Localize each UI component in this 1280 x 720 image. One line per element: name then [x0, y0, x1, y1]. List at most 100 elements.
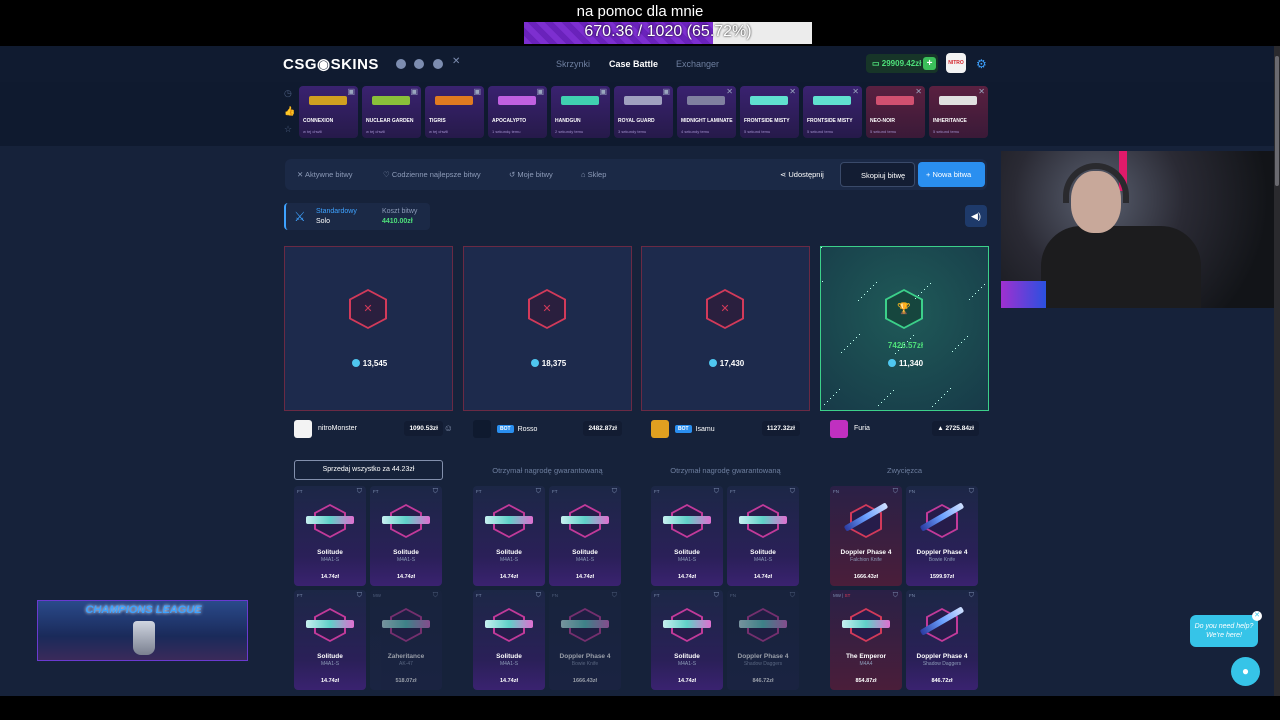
tab-active-battles[interactable]: ✕ Aktywne bitwy [297, 170, 353, 179]
tab-shop[interactable]: ⌂ Sklep [581, 170, 606, 179]
donation-progress-text: 670.36 / 1020 (65.72%) [584, 23, 752, 40]
avatar[interactable] [473, 420, 491, 438]
shield-icon[interactable]: ⛉ [357, 592, 362, 600]
sparkle [984, 284, 985, 285]
shield-icon[interactable]: ⛉ [714, 488, 719, 496]
avatar[interactable] [294, 420, 312, 438]
gear-icon[interactable]: ⚙ [976, 57, 987, 71]
item-card[interactable]: FT ⛉ Solitude M4A1-S 14.74zł [473, 590, 545, 690]
shield-icon[interactable]: ⛉ [357, 488, 362, 496]
item-price: 14.74zł [677, 574, 697, 580]
item-card[interactable]: FT ⛉ Solitude M4A1-S 14.74zł [651, 590, 723, 690]
shield-icon[interactable]: ⛉ [893, 592, 898, 600]
case-icon: ▣ [410, 87, 418, 96]
new-battle-button[interactable]: + Nowa bitwa [918, 162, 985, 187]
item-card[interactable]: FT ⛉ Solitude M4A1-S 14.74zł [370, 486, 442, 586]
item-card[interactable]: FN ⛉ Doppler Phase 4 Shadow Daggers 846.72zł [727, 590, 799, 690]
item-price: 846.72zł [931, 678, 953, 684]
weapon-skin-image [382, 620, 430, 628]
facebook-icon[interactable] [414, 59, 424, 69]
item-condition: FT [654, 489, 660, 494]
shield-icon[interactable]: ⛉ [536, 488, 541, 496]
shield-icon[interactable]: ⛉ [790, 592, 795, 600]
tab-my-battles[interactable]: ↺ Moje bitwy [509, 170, 553, 179]
live-drop-case[interactable]: ✕ INHERITANCE 5 sekund temu [929, 86, 988, 138]
smile-icon[interactable]: ☺ [444, 423, 453, 433]
item-card[interactable]: FT ⛉ Solitude M4A1-S 14.74zł [727, 486, 799, 586]
nav-case-battle[interactable]: Case Battle [609, 59, 658, 69]
site-logo[interactable]: CSG◉SKINS [283, 55, 379, 73]
item-card[interactable]: FN ⛉ Doppler Phase 4 Shadow Daggers 846.72zł [906, 590, 978, 690]
lose-x-icon: ✕ [349, 289, 387, 329]
shield-icon[interactable]: ⛉ [612, 488, 617, 496]
clock-icon[interactable]: ◷ [284, 88, 292, 99]
avatar[interactable] [651, 420, 669, 438]
live-drop-case[interactable]: ▣ TIGRIS w tej chwili [425, 86, 484, 138]
instagram-icon[interactable] [433, 59, 443, 69]
live-drop-case[interactable]: ▣ CONNEXION w tej chwili [299, 86, 358, 138]
copy-battle-button[interactable]: Skopiuj bitwę [840, 162, 915, 187]
x-twitter-icon[interactable]: ✕ [452, 56, 462, 67]
shield-icon[interactable]: ⛉ [969, 488, 974, 496]
item-card[interactable]: FT ⛉ Solitude M4A1-S 14.74zł [651, 486, 723, 586]
chat-icon[interactable]: ● [1231, 657, 1260, 686]
live-drop-case[interactable]: ▣ NUCLEAR GARDEN w tej chwili [362, 86, 421, 138]
sparkle [853, 340, 854, 341]
item-condition: FT [476, 489, 482, 494]
live-drop-case[interactable]: ✕ FRONTSIDE MISTY 5 sekund temu [803, 86, 862, 138]
shield-icon[interactable]: ⛉ [433, 488, 438, 496]
shield-icon[interactable]: ⛉ [969, 592, 974, 600]
live-drop-case[interactable]: ▣ HANDGUN 2 sekundy temu [551, 86, 610, 138]
sell-all-button[interactable]: Sprzedaj wszystko za 44.23zł [294, 460, 443, 480]
sparkle [856, 337, 857, 338]
close-icon[interactable]: ✕ [1252, 611, 1262, 621]
player-name[interactable]: Furia [854, 425, 870, 432]
live-drop-case[interactable]: ▣ APOCALYPTO 1 sekundę temu [488, 86, 547, 138]
item-card[interactable]: FT ⛉ Solitude M4A1-S 14.74zł [294, 590, 366, 690]
nav-exchanger[interactable]: Exchanger [676, 59, 719, 69]
case-name: FRONTSIDE MISTY [807, 118, 853, 124]
item-card[interactable]: FN ⛉ Doppler Phase 4 Falchion Knife 1666.43z… [830, 486, 902, 586]
live-drop-case[interactable]: ✕ MIDNIGHT LAMINATE 4 sekundy temu [677, 86, 736, 138]
shield-icon[interactable]: ⛉ [714, 592, 719, 600]
scrollbar[interactable] [1274, 46, 1280, 696]
item-card[interactable]: FN ⛉ Doppler Phase 4 Bowie Knife 1666.43zł [549, 590, 621, 690]
item-card[interactable]: FT ⛉ Solitude M4A1-S 14.74zł [473, 486, 545, 586]
item-card[interactable]: FT ⛉ Solitude M4A1-S 14.74zł [549, 486, 621, 586]
star-icon[interactable]: ☆ [284, 124, 292, 135]
item-price: 14.74zł [499, 574, 519, 580]
tab-daily-best[interactable]: ♡ Codzienne najlepsze bitwy [383, 170, 481, 179]
balance-display[interactable]: ▭ 29909.42zł + [866, 54, 938, 73]
player-name[interactable]: BOT Rosso [497, 425, 537, 433]
sound-toggle-icon[interactable]: ◀) [965, 205, 987, 227]
item-price: 1666.43zł [853, 574, 879, 580]
user-avatar[interactable]: NITRO [946, 53, 966, 73]
live-drop-case[interactable]: ▣ ROYAL GUARD 3 sekundy temu [614, 86, 673, 138]
live-drop-case[interactable]: ✕ FRONTSIDE MISTY 5 sekund temu [740, 86, 799, 138]
shield-icon[interactable]: ⛉ [612, 592, 617, 600]
scrollbar-thumb[interactable] [1275, 56, 1279, 186]
player-name[interactable]: BOT Isamu [675, 425, 715, 433]
case-icon: ▣ [473, 87, 481, 96]
help-bubble[interactable]: Do you need help? We're here! ✕ [1190, 611, 1262, 647]
share-button[interactable]: ⋖ Udostępnij [780, 170, 824, 179]
shield-icon[interactable]: ⛉ [790, 488, 795, 496]
sparkle [895, 353, 896, 354]
shield-icon[interactable]: ⛉ [893, 488, 898, 496]
live-drop-case[interactable]: ✕ NEO-NOIR 5 sekund temu [866, 86, 925, 138]
shield-icon[interactable]: ⛉ [433, 592, 438, 600]
avatar[interactable] [830, 420, 848, 438]
item-card[interactable]: FN ⛉ Doppler Phase 4 Bowie Knife 1599.97zł [906, 486, 978, 586]
weapon-skin-image [306, 620, 354, 628]
item-card[interactable]: MW | ST ⛉ The Emperor M4A4 854.87zł [830, 590, 902, 690]
deposit-plus-button[interactable]: + [923, 57, 936, 70]
item-price: 846.72zł [752, 678, 774, 684]
discord-icon[interactable] [396, 59, 406, 69]
sparkle [950, 388, 951, 389]
player-name[interactable]: nitroMonster [318, 425, 357, 432]
nav-skrzynki[interactable]: Skrzynki [556, 59, 590, 69]
item-card[interactable]: FT ⛉ Solitude M4A1-S 14.74zł [294, 486, 366, 586]
item-card[interactable]: MW ⛉ Zaheritance AK-47 518.07zł [370, 590, 442, 690]
thumbs-up-icon[interactable]: 👍 [284, 106, 295, 117]
shield-icon[interactable]: ⛉ [536, 592, 541, 600]
